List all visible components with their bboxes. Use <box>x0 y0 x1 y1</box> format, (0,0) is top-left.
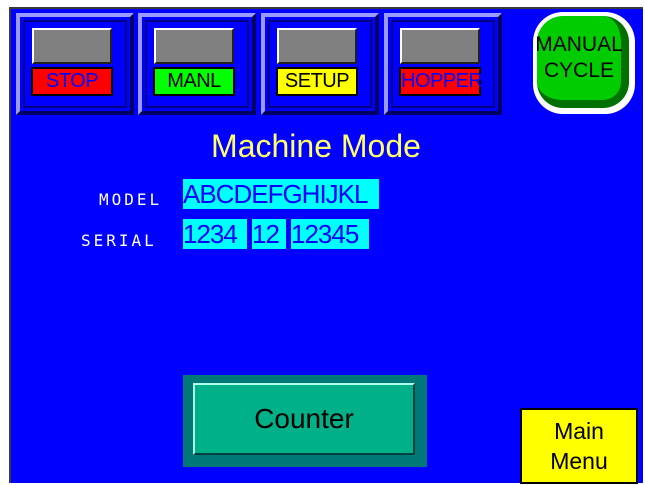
setup-mode-button[interactable]: SETUP <box>261 13 379 115</box>
serial-part1-field: 1234 <box>183 219 247 249</box>
manual-mode-button[interactable]: MANL <box>138 13 256 115</box>
hopper-label: HOPPER <box>399 67 483 96</box>
hmi-screen: STOP MANL SETUP HOPPER MANUAL CYCLE Mach… <box>9 7 643 484</box>
hopper-indicator-lamp <box>400 28 480 64</box>
setup-label: SETUP <box>276 67 358 96</box>
manual-cycle-line2: CYCLE <box>543 59 615 82</box>
counter-button[interactable]: Counter <box>183 375 427 467</box>
manual-indicator-lamp <box>154 28 234 64</box>
counter-button-face: Counter <box>193 383 415 455</box>
serial-label: SERIAL <box>81 231 157 250</box>
page-title: Machine Mode <box>211 128 421 164</box>
main-menu-line2: Menu <box>550 448 608 474</box>
manual-cycle-line1: MANUAL <box>535 33 623 56</box>
stop-indicator-lamp <box>32 28 112 64</box>
main-menu-line1: Main <box>554 418 604 444</box>
model-label: MODEL <box>99 190 163 209</box>
counter-label: Counter <box>254 403 354 434</box>
manual-label: MANL <box>153 67 235 96</box>
serial-part3-field: 12345 <box>291 219 369 249</box>
setup-indicator-lamp <box>277 28 357 64</box>
model-value-field: ABCDEFGHIJKL <box>183 179 379 209</box>
manual-cycle-button[interactable]: MANUAL CYCLE <box>533 12 635 114</box>
hopper-mode-button[interactable]: HOPPER <box>384 13 502 115</box>
serial-part2-field: 12 <box>252 219 286 249</box>
manual-cycle-face: MANUAL CYCLE <box>535 16 629 108</box>
stop-label: STOP <box>31 67 113 96</box>
stop-mode-button[interactable]: STOP <box>16 13 134 115</box>
main-menu-button[interactable]: Main Menu <box>520 408 638 484</box>
